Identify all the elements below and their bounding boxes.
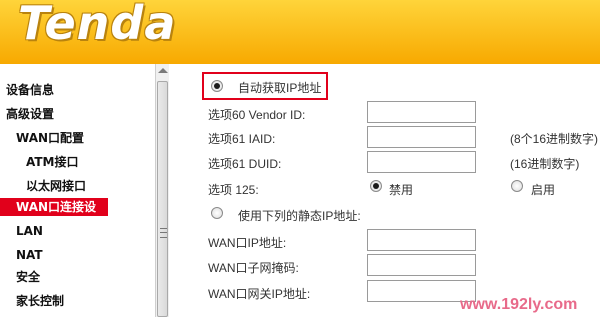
option125-label: 选项 125: [208,183,259,197]
wan-ip-input[interactable] [367,229,476,251]
scrollbar-thumb[interactable] [157,81,168,317]
sidebar-item-atm[interactable]: ATM接口 [0,151,181,173]
option60-input[interactable] [367,101,476,123]
sidebar: 设备信息 高级设置 WAN口配置 ATM接口 以太网接口 WAN口连接设置 LA… [0,64,155,317]
header-banner: Tenda [0,0,600,64]
option125-disable-radio[interactable] [370,180,382,192]
tenda-logo: Tenda [18,0,177,50]
option61-iaid-input[interactable] [367,126,476,148]
sidebar-item-wan-config[interactable]: WAN口配置 [0,127,171,149]
wan-mask-label: WAN口子网掩码: [208,261,299,275]
static-ip-radio[interactable] [211,207,223,219]
static-ip-label: 使用下列的静态IP地址: [238,209,361,223]
option125-enable-radio[interactable] [511,180,523,192]
option61-duid-input[interactable] [367,151,476,173]
scroll-grip-icon [160,228,167,238]
sidebar-item-security[interactable]: 安全 [0,266,171,288]
auto-ip-label: 自动获取IP地址 [238,81,322,95]
option125-enable-label: 启用 [531,183,556,197]
wan-ip-label: WAN口IP地址: [208,236,287,250]
sidebar-item-wan-connection[interactable]: WAN口连接设置 [0,198,108,232]
option60-label: 选项60 Vendor ID: [208,108,306,122]
option61-iaid-hint: (8个16进制数字) [510,132,599,146]
option61-duid-hint: (16进制数字) [510,157,580,171]
option61-iaid-label: 选项61 IAID: [208,132,276,146]
sidebar-item-ethernet[interactable]: 以太网接口 [0,175,181,197]
option61-duid-label: 选项61 DUID: [208,157,282,171]
sidebar-item-device-info[interactable]: 设备信息 [0,79,161,101]
site-watermark: www.192ly.com [460,296,578,313]
sidebar-item-nat[interactable]: NAT [0,244,171,266]
auto-ip-radio[interactable] [211,80,223,92]
sidebar-item-lan[interactable]: LAN [0,220,171,242]
wan-gateway-label: WAN口网关IP地址: [208,287,311,301]
wan-mask-input[interactable] [367,254,476,276]
scroll-up-arrow-icon[interactable] [158,68,168,73]
sidebar-item-advanced[interactable]: 高级设置 [0,103,161,125]
sidebar-item-parental[interactable]: 家长控制 [0,290,171,312]
sidebar-scrollbar[interactable] [155,64,169,317]
option125-disable-label: 禁用 [389,183,414,197]
